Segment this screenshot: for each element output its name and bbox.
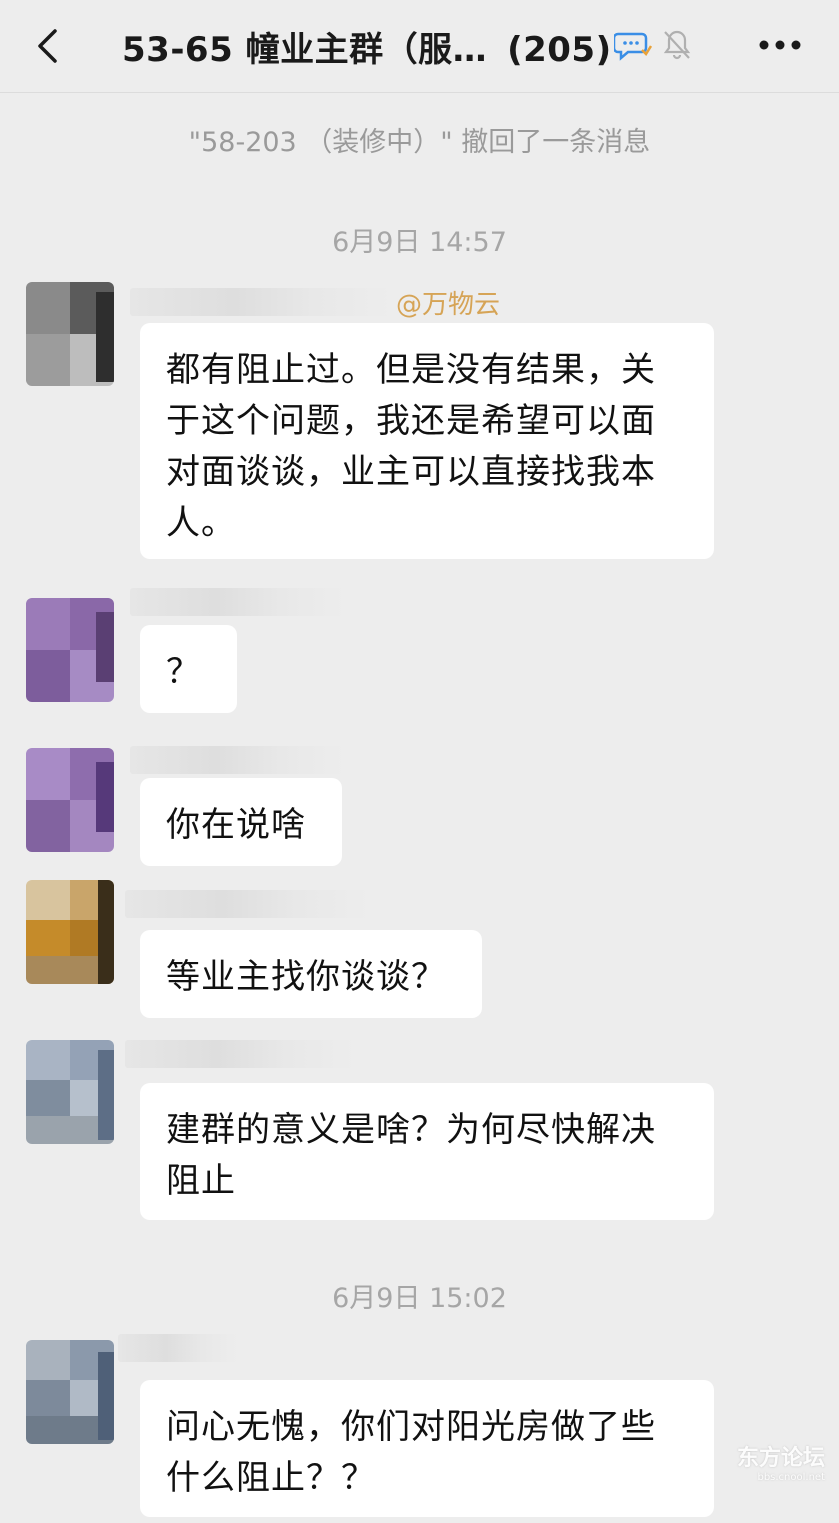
- sender-name: [118, 1334, 238, 1362]
- system-recall-message: "58-203 （装修中）" 撤回了一条消息: [188, 127, 651, 158]
- avatar[interactable]: [26, 1340, 114, 1444]
- message-bubble[interactable]: 都有阻止过。但是没有结果，关 于这个问题，我还是希望可以面 对面谈谈，业主可以直…: [140, 323, 714, 559]
- sender-name: @万物云: [130, 288, 510, 320]
- avatar[interactable]: [26, 748, 114, 852]
- more-dots-icon[interactable]: [758, 38, 802, 52]
- sender-name: [130, 746, 345, 774]
- chat-header: 53-65 幢业主群（服… (205): [0, 0, 839, 93]
- sender-name: [125, 890, 370, 918]
- member-count: (205): [507, 30, 612, 70]
- timestamp: 6月9日 14:57: [332, 227, 507, 258]
- message-bubble[interactable]: ？: [140, 625, 237, 713]
- message-bubble[interactable]: 问心无愧，你们对阳光房做了些 什么阻止？？: [140, 1380, 714, 1517]
- avatar[interactable]: [26, 598, 114, 702]
- timestamp: 6月9日 15:02: [332, 1283, 507, 1314]
- sender-name: [130, 588, 345, 616]
- message-bubble[interactable]: 建群的意义是啥？为何尽快解决 阻止: [140, 1083, 714, 1220]
- watermark-url: bbs.cnool.net: [757, 1472, 825, 1483]
- back-chevron-icon[interactable]: [36, 28, 58, 64]
- group-name: 53-65 幢业主群（服…: [122, 30, 488, 70]
- sender-name: [125, 1040, 355, 1068]
- watermark-brand: 东方论坛: [736, 1446, 825, 1471]
- avatar[interactable]: [26, 282, 114, 386]
- mute-bell-icon: [663, 30, 691, 60]
- sender-tag: @万物云: [396, 290, 501, 320]
- message-bubble[interactable]: 你在说啥: [140, 778, 342, 866]
- chat-title: 53-65 幢业主群（服… (205): [122, 22, 612, 71]
- avatar[interactable]: [26, 880, 114, 984]
- avatar[interactable]: [26, 1040, 114, 1144]
- chat-bubble-icon: [614, 32, 652, 61]
- forum-watermark: 东方论坛 bbs.cnool.net: [737, 1440, 825, 1483]
- message-bubble[interactable]: 等业主找你谈谈？: [140, 930, 482, 1018]
